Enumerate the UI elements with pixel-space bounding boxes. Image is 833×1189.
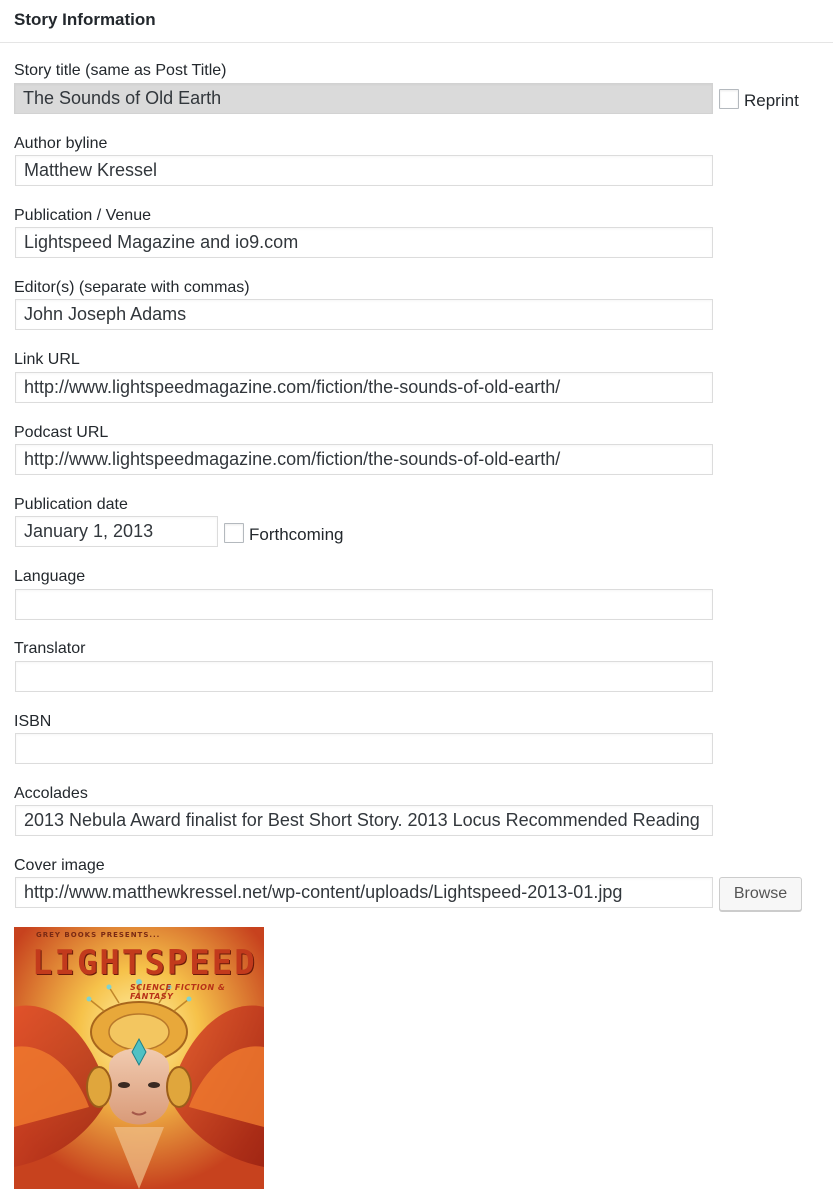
cover-image-input[interactable] (15, 877, 713, 908)
translator-label: Translator (14, 640, 86, 657)
story-title-label: Story title (same as Post Title) (14, 62, 227, 79)
cover-tagline: SCIENCE FICTION & FANTASY (130, 983, 226, 1001)
isbn-label: ISBN (14, 713, 52, 730)
panel-header: Story Information (0, 0, 833, 43)
link-url-input[interactable] (15, 372, 713, 403)
author-input[interactable] (15, 155, 713, 186)
cover-presents-text: GREY BOOKS PRESENTS... (36, 931, 161, 939)
publication-date-input[interactable] (15, 516, 218, 547)
language-input[interactable] (15, 589, 713, 620)
publication-input[interactable] (15, 227, 713, 258)
language-label: Language (14, 568, 86, 585)
isbn-input[interactable] (15, 733, 713, 764)
story-title-input[interactable] (14, 83, 713, 114)
editors-label: Editor(s) (separate with commas) (14, 279, 250, 296)
publication-date-label: Publication date (14, 496, 128, 513)
browse-button[interactable]: Browse (719, 877, 802, 911)
podcast-url-input[interactable] (15, 444, 713, 475)
accolades-input[interactable] (15, 805, 713, 836)
reprint-label: Reprint (744, 91, 799, 110)
podcast-url-label: Podcast URL (14, 424, 109, 441)
cover-image-label: Cover image (14, 857, 105, 874)
forthcoming-label: Forthcoming (249, 525, 344, 544)
accolades-label: Accolades (14, 785, 88, 802)
cover-image-preview: GREY BOOKS PRESENTS... LIGHTSPEED SCIENC… (14, 927, 264, 1189)
link-url-label: Link URL (14, 351, 80, 368)
panel-title: Story Information (14, 10, 156, 29)
publication-label: Publication / Venue (14, 207, 151, 224)
editors-input[interactable] (15, 299, 713, 330)
cover-masthead: LIGHTSPEED (32, 943, 257, 983)
forthcoming-checkbox[interactable] (224, 523, 244, 543)
translator-input[interactable] (15, 661, 713, 692)
author-label: Author byline (14, 135, 108, 152)
reprint-checkbox[interactable] (719, 89, 739, 109)
